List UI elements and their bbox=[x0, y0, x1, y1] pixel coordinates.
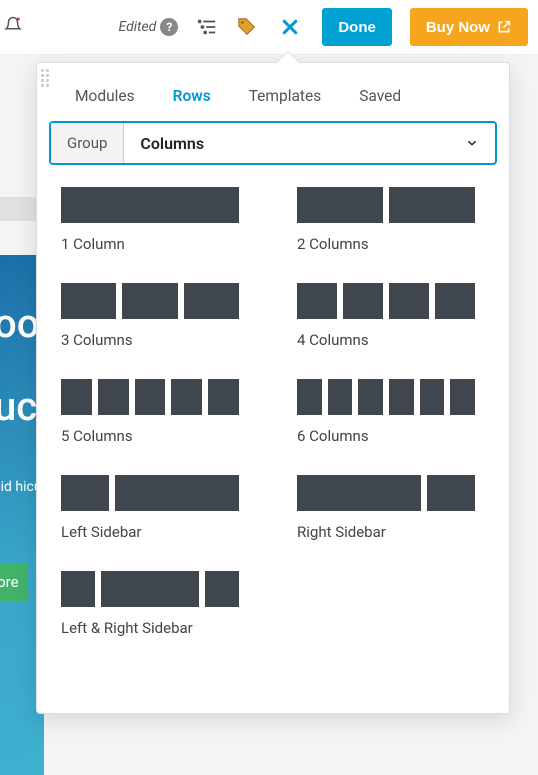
bg-hero-h1a: oo bbox=[0, 300, 39, 347]
layout-preview bbox=[297, 379, 475, 415]
layout-left-sidebar[interactable]: Left Sidebar bbox=[61, 475, 261, 541]
layout-preview bbox=[61, 475, 239, 511]
layout-right-sidebar[interactable]: Right Sidebar bbox=[297, 475, 497, 541]
layout-label: 2 Columns bbox=[297, 235, 497, 253]
layout-preview bbox=[61, 571, 239, 607]
layout-label: Left & Right Sidebar bbox=[61, 619, 261, 637]
edited-label: Edited bbox=[118, 19, 156, 35]
layout-3-columns[interactable]: 3 Columns bbox=[61, 283, 261, 349]
buy-now-label: Buy Now bbox=[426, 19, 490, 36]
close-icon[interactable] bbox=[276, 13, 304, 41]
chevron-down-icon bbox=[465, 136, 479, 150]
layout-preview bbox=[297, 475, 475, 511]
layout-label: 4 Columns bbox=[297, 331, 497, 349]
group-label: Group bbox=[51, 123, 124, 163]
layout-preview bbox=[297, 187, 475, 223]
tab-saved[interactable]: Saved bbox=[359, 87, 401, 105]
panel-arrow bbox=[276, 52, 300, 64]
notifications-icon[interactable] bbox=[0, 15, 22, 39]
help-icon[interactable]: ? bbox=[160, 18, 178, 36]
external-link-icon bbox=[496, 19, 512, 35]
layouts-grid: 1 Column 2 Columns 3 Columns 4 Columns 5… bbox=[37, 187, 509, 659]
tab-modules[interactable]: Modules bbox=[75, 87, 135, 105]
bg-hero-cta-fragment: plore bbox=[0, 563, 27, 601]
layout-2-columns[interactable]: 2 Columns bbox=[297, 187, 497, 253]
layout-5-columns[interactable]: 5 Columns bbox=[61, 379, 261, 445]
group-select-value: Columns bbox=[140, 134, 204, 153]
layout-label: Left Sidebar bbox=[61, 523, 261, 541]
layout-preview bbox=[61, 283, 239, 319]
outline-icon[interactable] bbox=[196, 16, 218, 38]
layout-label: 6 Columns bbox=[297, 427, 497, 445]
drag-handle-icon[interactable] bbox=[41, 69, 49, 87]
group-select[interactable]: Columns bbox=[124, 134, 495, 153]
edited-status: Edited ? bbox=[118, 18, 178, 36]
layout-preview bbox=[297, 283, 475, 319]
content-panel: Modules Rows Templates Saved Group Colum… bbox=[36, 62, 510, 714]
layout-label: Right Sidebar bbox=[297, 523, 497, 541]
done-button[interactable]: Done bbox=[322, 8, 392, 46]
buy-now-button[interactable]: Buy Now bbox=[410, 8, 528, 46]
layout-label: 5 Columns bbox=[61, 427, 261, 445]
layout-1-column[interactable]: 1 Column bbox=[61, 187, 261, 253]
bg-hero-h1b: uc bbox=[0, 383, 37, 430]
layout-4-columns[interactable]: 4 Columns bbox=[297, 283, 497, 349]
tab-templates[interactable]: Templates bbox=[249, 87, 322, 105]
layout-preview bbox=[61, 187, 239, 223]
layout-preview bbox=[61, 379, 239, 415]
layout-6-columns[interactable]: 6 Columns bbox=[297, 379, 497, 445]
layout-label: 1 Column bbox=[61, 235, 261, 253]
layout-left-right-sidebar[interactable]: Left & Right Sidebar bbox=[61, 571, 261, 637]
top-toolbar: Edited ? Done Buy Now bbox=[0, 0, 538, 55]
panel-tabs: Modules Rows Templates Saved bbox=[37, 63, 509, 121]
tag-icon[interactable] bbox=[236, 16, 258, 38]
group-selector: Group Columns bbox=[49, 121, 497, 165]
layout-label: 3 Columns bbox=[61, 331, 261, 349]
tab-rows[interactable]: Rows bbox=[173, 87, 211, 105]
